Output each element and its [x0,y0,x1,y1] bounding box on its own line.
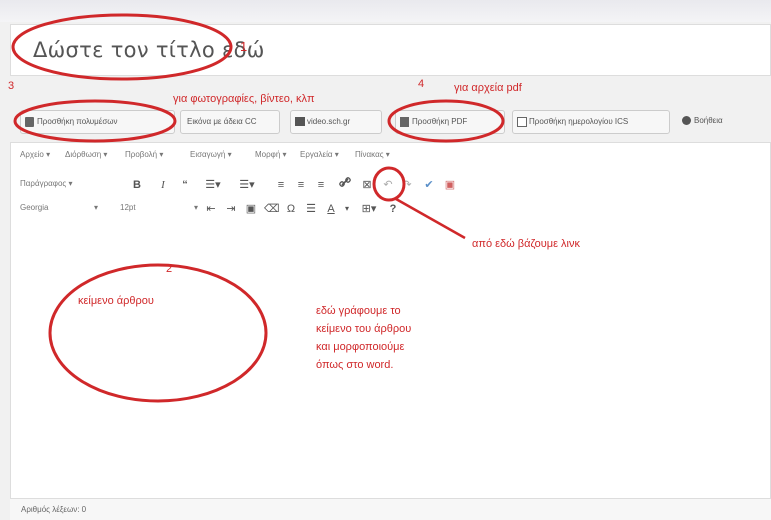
outdent-icon[interactable]: ⇤ [204,200,218,218]
size-select[interactable]: 12pt [120,200,136,216]
undo-icon[interactable]: ↶ [381,176,395,194]
menu-file[interactable]: Αρχείο ▾ [20,150,50,159]
font-select-arrow[interactable]: ▾ [94,200,98,216]
add-media-label: Προσθήκη πολυμέσων [37,117,118,126]
align-center-icon[interactable]: ≡ [294,176,308,194]
add-pdf-label: Προσθήκη PDF [412,117,468,126]
image-icon[interactable]: ▣ [244,200,258,218]
help-icon [682,116,691,125]
size-select-arrow[interactable]: ▾ [194,200,198,216]
add-pdf-button[interactable]: Προσθήκη PDF [395,110,505,134]
text-color-arrow-icon[interactable]: ▾ [342,200,352,218]
video-sch-label: video.sch.gr [307,117,351,126]
add-ics-button[interactable]: Προσθήκη ημερολογίου ICS [512,110,670,134]
add-ics-label: Προσθήκη ημερολογίου ICS [529,117,629,126]
title-placeholder: Δώστε τον τίτλο εδώ [33,38,265,62]
cc-image-button[interactable]: Εικόνα με άδεια CC [180,110,280,134]
numbered-list-icon[interactable]: ☰▾ [236,176,258,194]
font-select[interactable]: Georgia [20,200,48,216]
help-toolbar-icon[interactable]: ? [386,200,400,218]
link-icon[interactable] [338,176,352,194]
bold-icon[interactable]: B [130,176,144,194]
menu-format[interactable]: Μορφή ▾ [255,150,287,159]
redo-icon[interactable]: ↷ [400,176,414,194]
menu-tools[interactable]: Εργαλεία ▾ [300,150,339,159]
media-icon [25,117,34,127]
unlink-icon[interactable]: ⊠ [360,176,374,194]
format-select[interactable]: Παράγραφος ▾ [20,176,73,192]
annotation-number-1: 1 [240,39,248,54]
annotation-body-note: εδώ γράφουμε το κείμενο του άρθρου και μ… [316,305,412,371]
annotation-number-4: 4 [418,78,425,90]
help-button[interactable]: Βοήθεια [680,110,723,134]
video-sch-button[interactable]: video.sch.gr [290,110,382,134]
annotation-number-2: 2 [166,263,173,275]
add-media-button[interactable]: Προσθήκη πολυμέσων [20,110,175,134]
status-bar [10,498,771,520]
annotation-pdf-note: για αρχεία pdf [454,82,522,94]
annotation-number-3: 3 [8,80,15,92]
special-char-icon[interactable]: Ω [284,200,298,218]
menu-edit[interactable]: Διόρθωση ▾ [65,150,107,159]
help-label: Βοήθεια [694,116,723,125]
fullscreen-icon[interactable]: ▣ [443,176,457,194]
calendar-icon [517,117,527,127]
video-icon [295,117,305,126]
blockquote-icon[interactable]: “ [178,176,192,194]
spellcheck-icon[interactable]: ✔ [422,176,436,194]
menu-view[interactable]: Προβολή ▾ [125,150,163,159]
table-icon[interactable]: ⊞▾ [358,200,380,218]
cc-image-label: Εικόνα με άδεια CC [187,117,257,126]
align-left-icon[interactable]: ≡ [274,176,288,194]
italic-icon[interactable]: I [156,176,170,194]
word-count: Αριθμός λέξεων: 0 [21,505,87,514]
annotation-media-note: για φωτογραφίες, βίντεο, κλπ [173,93,315,105]
menu-table[interactable]: Πίνακας ▾ [355,150,390,159]
eraser-icon[interactable]: ⌫ [264,200,280,218]
menu-insert[interactable]: Εισαγωγή ▾ [190,150,232,159]
annotation-body-label: κείμενο άρθρου [78,295,154,307]
annotation-link-note: από εδώ βάζουμε λινκ [472,238,580,250]
top-strip [0,0,771,22]
indent-icon[interactable]: ⇥ [224,200,238,218]
text-color-icon[interactable]: A [324,200,338,218]
bullet-list-icon[interactable]: ☰▾ [202,176,224,194]
hr-icon[interactable]: ☰ [304,200,318,218]
pdf-icon [400,117,409,127]
align-right-icon[interactable]: ≡ [314,176,328,194]
